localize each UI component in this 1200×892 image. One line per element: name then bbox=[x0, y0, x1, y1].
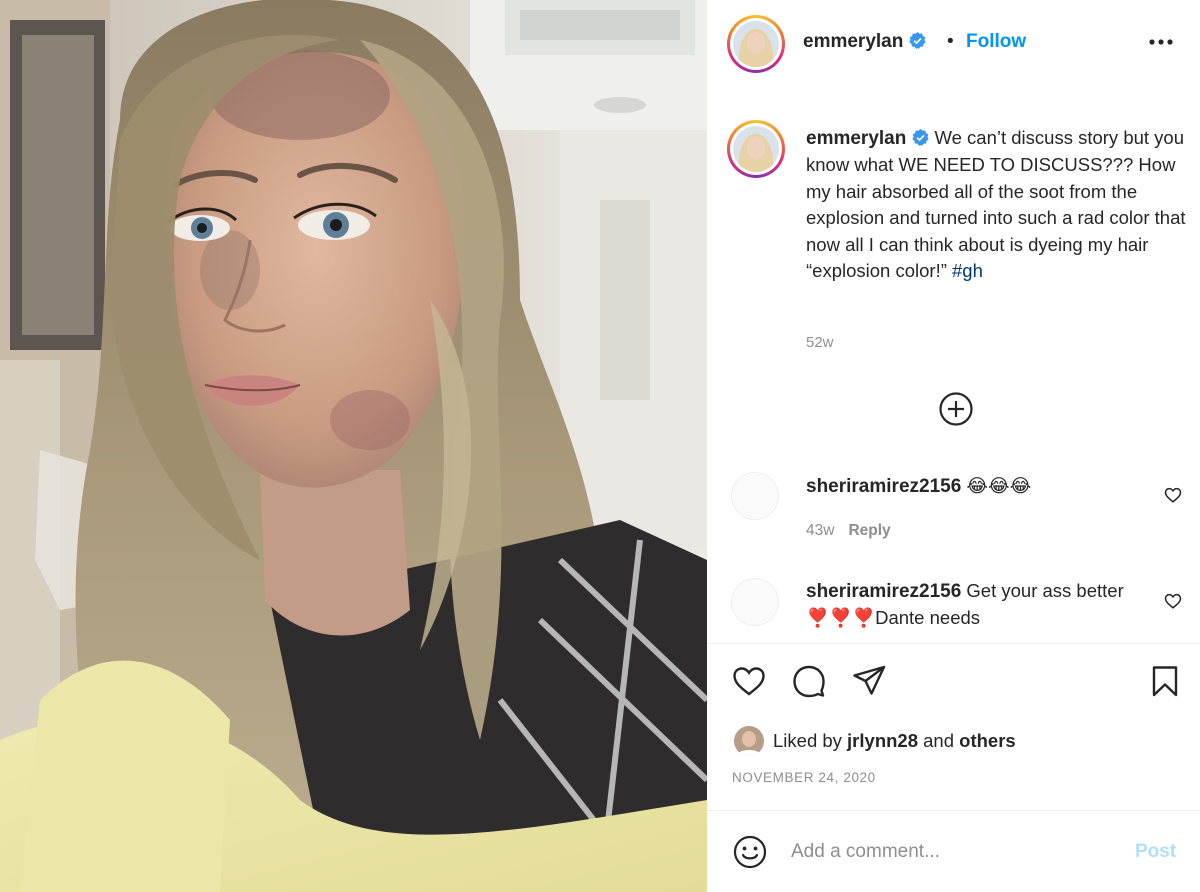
post-photo[interactable] bbox=[0, 0, 707, 892]
likes-conjunction: and bbox=[923, 730, 955, 751]
author-avatar[interactable] bbox=[727, 15, 785, 73]
post-date[interactable]: NOVEMBER 24, 2020 bbox=[732, 770, 876, 785]
caption-username[interactable]: emmerylan bbox=[806, 128, 906, 149]
likes-others-link[interactable]: others bbox=[959, 730, 1016, 752]
add-comment-input[interactable] bbox=[791, 834, 1121, 870]
post-comment-button[interactable]: Post bbox=[1135, 841, 1176, 863]
follow-button[interactable]: Follow bbox=[966, 31, 1026, 53]
load-more-comments-icon[interactable] bbox=[938, 391, 974, 427]
comment-like-heart-icon[interactable] bbox=[1164, 592, 1182, 610]
author-username[interactable]: emmerylan bbox=[803, 31, 927, 53]
divider bbox=[707, 810, 1200, 811]
comment-meta: 43w Reply bbox=[806, 522, 891, 540]
verified-badge-icon bbox=[909, 32, 927, 49]
caption-text: emmerylan We can’t discuss story but you… bbox=[806, 125, 1186, 284]
comment-like-heart-icon[interactable] bbox=[1164, 486, 1182, 504]
paper-plane-icon[interactable] bbox=[851, 663, 887, 699]
likes-summary: Liked by jrlynn28 and others bbox=[734, 726, 1016, 756]
caption-avatar-image bbox=[733, 126, 779, 172]
header-separator: • bbox=[947, 31, 954, 52]
liker-avatar[interactable] bbox=[734, 726, 764, 756]
commenter-avatar[interactable] bbox=[731, 472, 779, 520]
caption-body: We can’t discuss story but you know what… bbox=[806, 127, 1186, 282]
comment-text: sheriramirez2156 😂😂😂 bbox=[806, 473, 1146, 500]
comment-timestamp[interactable]: 43w bbox=[806, 522, 834, 539]
liker-avatar-image bbox=[734, 726, 764, 756]
comment-body: 😂😂😂 bbox=[966, 475, 1032, 496]
verified-badge-icon bbox=[912, 129, 930, 146]
liker-username[interactable]: jrlynn28 bbox=[847, 730, 918, 752]
author-username-text[interactable]: emmerylan bbox=[803, 31, 903, 52]
likes-prefix: Liked by bbox=[773, 730, 842, 751]
comment-text: sheriramirez2156 Get your ass better ❣️❣… bbox=[806, 578, 1146, 630]
post-image bbox=[0, 0, 707, 892]
more-options-icon[interactable] bbox=[1148, 32, 1174, 52]
divider bbox=[707, 643, 1200, 644]
emoji-icon[interactable] bbox=[732, 834, 768, 870]
avatar-image bbox=[733, 21, 779, 67]
commenter-username[interactable]: sheriramirez2156 bbox=[806, 581, 961, 602]
commenter-avatar[interactable] bbox=[731, 578, 779, 626]
commenter-username[interactable]: sheriramirez2156 bbox=[806, 476, 961, 497]
bookmark-icon[interactable] bbox=[1147, 663, 1183, 699]
caption-author-avatar[interactable] bbox=[727, 120, 785, 178]
caption-timestamp[interactable]: 52w bbox=[806, 334, 834, 351]
post-sidebar: emmerylan • Follow emmerylan We can’t di… bbox=[707, 0, 1200, 892]
heart-icon[interactable] bbox=[731, 663, 767, 699]
comment-icon[interactable] bbox=[791, 663, 827, 699]
caption-hashtag[interactable]: #gh bbox=[952, 260, 983, 281]
reply-button[interactable]: Reply bbox=[848, 522, 890, 539]
